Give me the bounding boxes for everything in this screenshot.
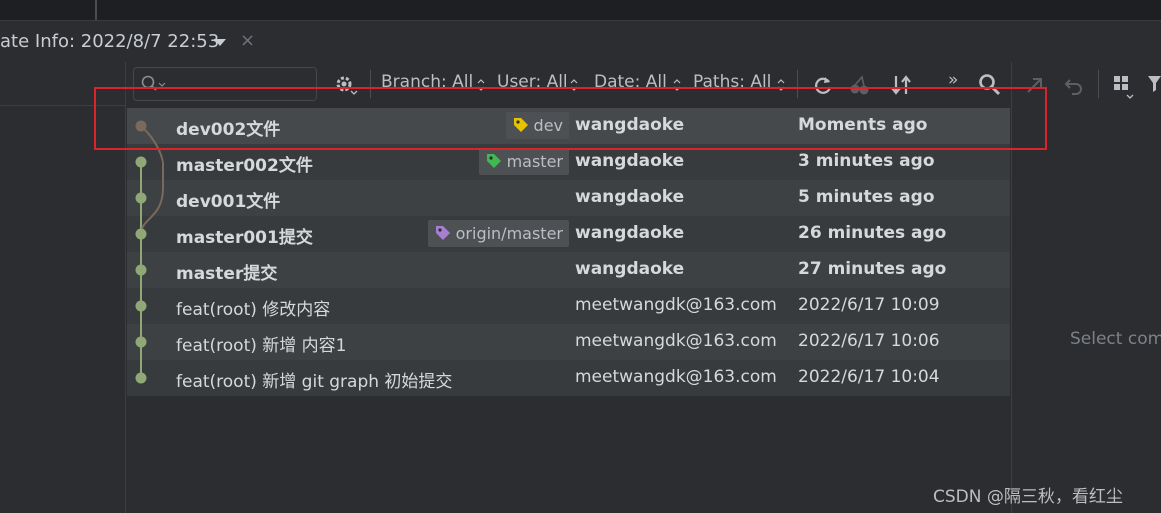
commit-row[interactable]: feat(root) 新增 内容1 meetwangdk@163.com 2022/… [127, 324, 1010, 360]
commit-message: dev001文件 [176, 192, 281, 212]
commit-message: feat(root) 修改内容 [176, 300, 331, 320]
commit-row[interactable]: feat(root) 修改内容 meetwangdk@163.com 2022/6/… [127, 288, 1010, 324]
undo-icon[interactable] [1063, 74, 1085, 96]
commit-message: master提交 [176, 264, 278, 284]
commit-date: 5 minutes ago [798, 187, 935, 207]
tab-dropdown-icon[interactable] [214, 39, 226, 46]
graph-node [135, 300, 147, 312]
commit-author: wangdaoke [575, 259, 685, 279]
top-strip [0, 0, 1161, 21]
ref-label: origin/master [455, 224, 563, 243]
close-icon[interactable]: × [240, 30, 255, 51]
commit-author: meetwangdk@163.com [575, 295, 777, 315]
commit-author: wangdaoke [575, 151, 685, 171]
filter-icon[interactable] [1148, 74, 1161, 96]
details-placeholder: Select com [1070, 329, 1161, 349]
commit-message: feat(root) 新增 内容1 [176, 336, 347, 356]
tab-bar: ate Info: 2022/8/7 22:53 × [0, 21, 1161, 62]
commit-author: meetwangdk@163.com [575, 367, 777, 387]
commit-row[interactable]: dev001文件 wangdaoke 5 minutes ago [127, 180, 1010, 216]
graph-node [135, 336, 147, 348]
toolbar-separator [1098, 70, 1099, 98]
graph-node [135, 264, 147, 276]
commit-date: 3 minutes ago [798, 151, 935, 171]
ref-badge[interactable]: master [478, 148, 569, 175]
commit-row[interactable]: master提交 wangdaoke 27 minutes ago [127, 252, 1010, 288]
graph-node [135, 372, 147, 384]
tab-title[interactable]: ate Info: 2022/8/7 22:53 [0, 31, 219, 52]
commit-date: 26 minutes ago [798, 223, 947, 243]
commit-date: 27 minutes ago [798, 259, 947, 279]
commit-graph [135, 120, 164, 384]
watermark: CSDN @隔三秋，看红尘 [933, 487, 1123, 507]
top-strip-divider [95, 0, 97, 20]
tag-icon [486, 154, 501, 168]
commit-message: master002文件 [176, 156, 313, 176]
ref-badge[interactable]: origin/master [427, 220, 569, 247]
commit-date: 2022/6/17 10:06 [798, 331, 940, 351]
commit-date: 2022/6/17 10:09 [798, 295, 940, 315]
grid-icon[interactable] [1113, 75, 1137, 101]
commit-row[interactable]: master001提交 origin/master wangdaoke 26 minu… [127, 216, 1010, 252]
tag-icon [435, 226, 450, 240]
commit-message: feat(root) 新增 git graph 初始提交 [176, 372, 453, 392]
graph-node [135, 192, 147, 204]
commit-message: master001提交 [176, 228, 313, 248]
commit-date: 2022/6/17 10:04 [798, 367, 940, 387]
commit-author: meetwangdk@163.com [575, 331, 777, 351]
commit-author: wangdaoke [575, 223, 685, 243]
graph-node [135, 156, 147, 168]
highlight-box [94, 87, 1047, 150]
commit-author: wangdaoke [575, 187, 685, 207]
graph-node [135, 228, 147, 240]
commit-row[interactable]: feat(root) 新增 git graph 初始提交 meetwangdk@1… [127, 360, 1010, 396]
ref-label: master [506, 152, 563, 171]
